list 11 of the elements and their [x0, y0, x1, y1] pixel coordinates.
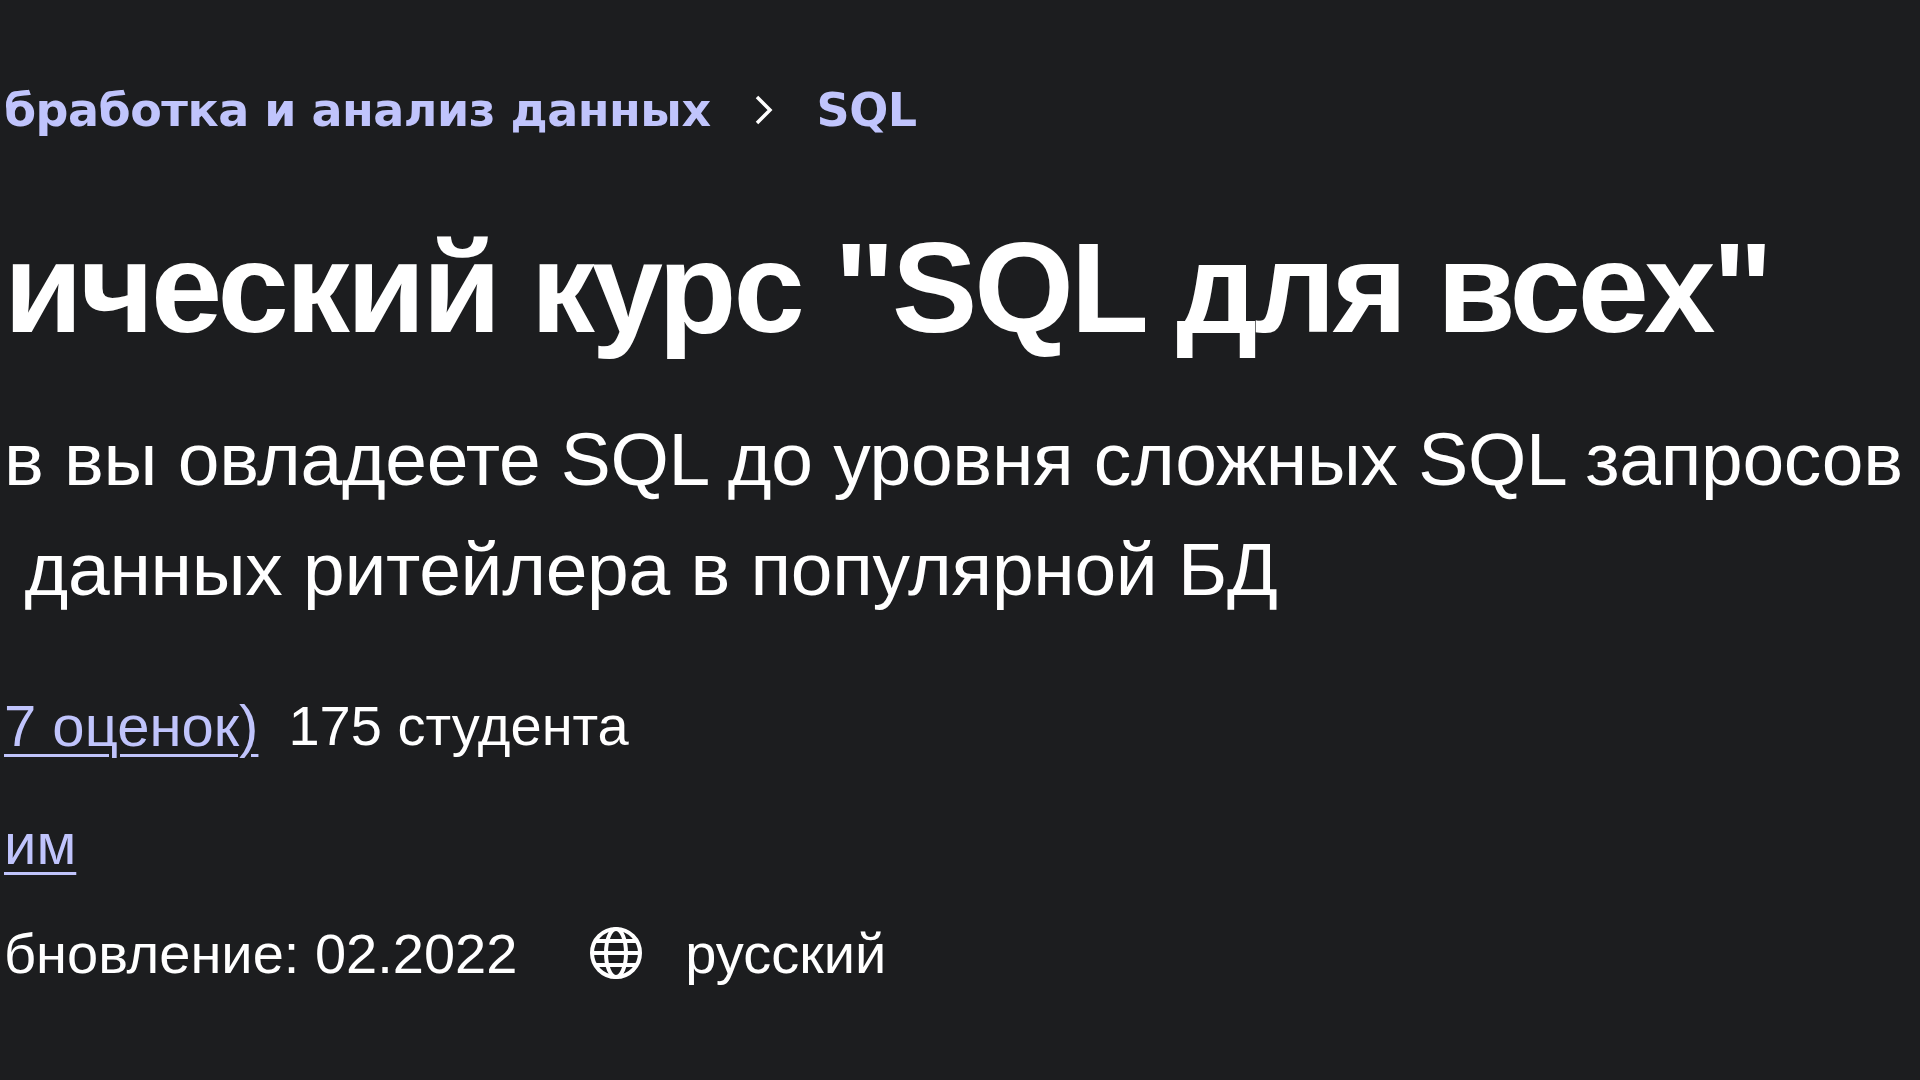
author-link[interactable]: им: [4, 809, 77, 877]
breadcrumb-link[interactable]: SQL: [816, 82, 917, 138]
chevron-right-icon: [754, 95, 773, 125]
course-description: в вы овладеете SQL до уровня сложных SQL запросов данных ритейлера в популярной БД: [4, 416, 1904, 613]
student-count: 175 студента: [288, 692, 629, 758]
last-updated: бновление: 02.2022: [4, 920, 518, 986]
ratings-link[interactable]: 7 оценок): [4, 691, 259, 759]
globe-icon: [589, 926, 644, 980]
course-language: русский: [685, 920, 887, 986]
course-title: ический курс "SQL для всех": [4, 218, 1772, 358]
breadcrumb-link[interactable]: бработка и анализ данных: [4, 82, 711, 138]
